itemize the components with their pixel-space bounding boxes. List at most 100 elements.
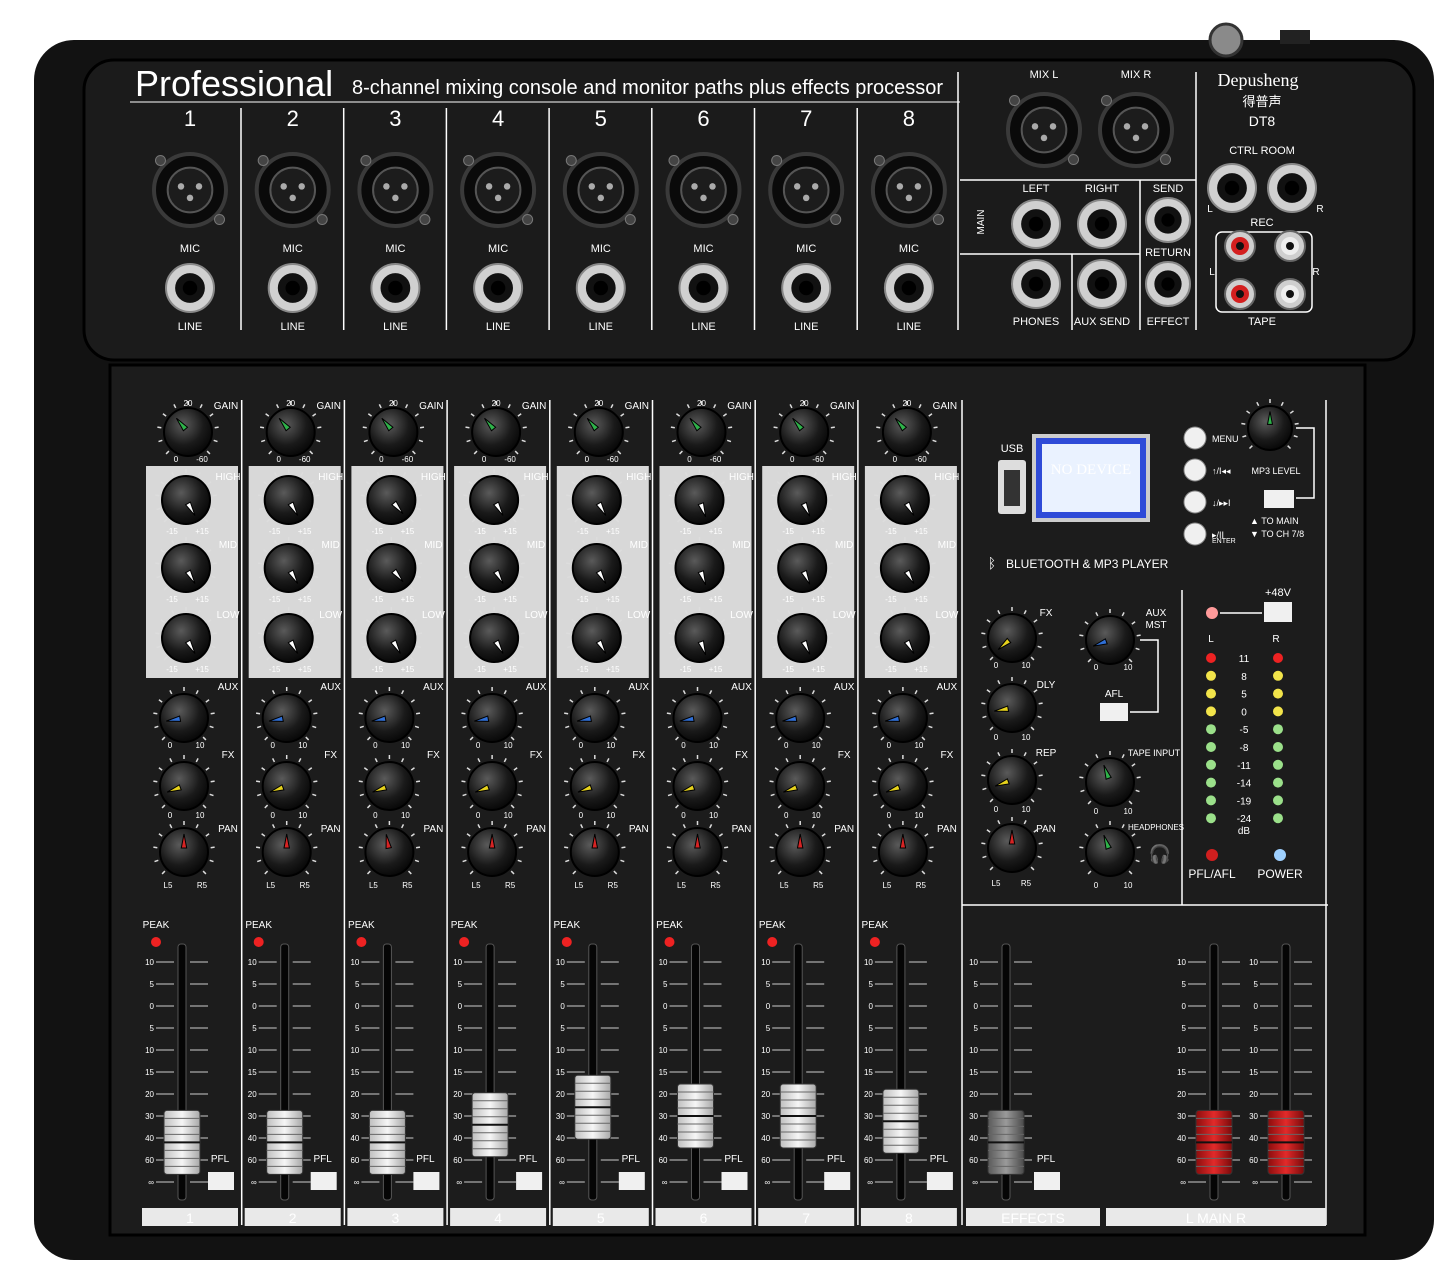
pfl-button[interactable]: [618, 1172, 645, 1190]
eq-min: -15: [474, 665, 486, 674]
meter-led-right: [1273, 813, 1283, 824]
fader-scale-label: 15: [969, 1068, 978, 1077]
ctrl-room-left-jack[interactable]: [1207, 163, 1257, 213]
prev-button[interactable]: [1183, 458, 1207, 482]
pan-l: L5: [472, 881, 481, 890]
fader-scale-label: 10: [145, 1046, 154, 1055]
ctrl-room-right-jack[interactable]: [1267, 163, 1317, 213]
phones-jack[interactable]: [1011, 259, 1061, 309]
pfl-button[interactable]: [208, 1172, 234, 1190]
mic-xlr-input[interactable]: [870, 152, 947, 228]
low-label: LOW: [319, 610, 342, 621]
fx-label: FX: [838, 750, 851, 761]
line-jack-input[interactable]: [781, 263, 832, 313]
eq-max: +15: [195, 665, 209, 674]
pfl-label: PFL: [622, 1154, 641, 1165]
fader-scale-label: 10: [969, 1046, 978, 1055]
fader-scale-label: 5: [766, 980, 771, 989]
fader-scale-label: 0: [150, 1002, 155, 1011]
meter-level-label: -24: [1237, 814, 1252, 825]
rec-right-rca[interactable]: [1274, 230, 1306, 262]
pfl-button[interactable]: [516, 1172, 543, 1190]
mix-l-xlr-output[interactable]: [1006, 92, 1082, 168]
eq-max: +15: [914, 527, 928, 536]
fx-min: 0: [994, 733, 999, 742]
tape-left-rca[interactable]: [1224, 278, 1256, 310]
peak-led: [356, 937, 367, 947]
aux-label: AUX: [320, 682, 341, 693]
peak-label: PEAK: [759, 920, 786, 931]
mic-xlr-input[interactable]: [254, 152, 331, 228]
line-jack-input[interactable]: [473, 263, 524, 313]
channel-fader-number: 5: [597, 1210, 605, 1226]
route-button[interactable]: [1264, 490, 1294, 508]
pfl-button[interactable]: [310, 1172, 337, 1190]
fx-label: FX: [735, 750, 748, 761]
main-right-jack[interactable]: [1077, 199, 1127, 249]
eq-max: +15: [811, 665, 825, 674]
line-jack-input[interactable]: [165, 263, 215, 313]
pfl-button[interactable]: [721, 1172, 748, 1190]
mic-label: MIC: [796, 243, 816, 255]
eq-min: -15: [474, 527, 486, 536]
main-left-jack[interactable]: [1011, 199, 1061, 249]
pfl-label: PFL: [211, 1154, 230, 1165]
gain-max: -60: [710, 455, 722, 464]
pfl-button[interactable]: [926, 1172, 953, 1190]
line-jack-input[interactable]: [370, 263, 421, 313]
rec-left-rca[interactable]: [1224, 230, 1256, 262]
power-switch-icon: [1280, 30, 1310, 44]
mic-xlr-input[interactable]: [152, 152, 228, 228]
effects-pfl-button[interactable]: [1034, 1172, 1060, 1190]
aux-send-jack[interactable]: [1077, 259, 1127, 309]
channel-number: 2: [287, 106, 299, 131]
return-label: RETURN: [1145, 247, 1191, 259]
send-jack[interactable]: [1145, 197, 1191, 243]
line-jack-input[interactable]: [267, 263, 318, 313]
fader-scale-label: 20: [659, 1090, 668, 1099]
menu-button[interactable]: [1183, 426, 1207, 450]
ctrl-room-l: L: [1207, 204, 1213, 215]
pfl-button[interactable]: [824, 1172, 851, 1190]
mic-xlr-input[interactable]: [768, 152, 845, 228]
phantom-button[interactable]: [1264, 602, 1292, 622]
meter-led-right: [1273, 795, 1283, 806]
mic-label: MIC: [283, 243, 303, 255]
eq-max: +15: [503, 595, 517, 604]
tape-right-rca[interactable]: [1274, 278, 1306, 310]
line-jack-input[interactable]: [678, 263, 729, 313]
send-label: SEND: [1153, 183, 1184, 195]
next-button[interactable]: [1183, 490, 1207, 514]
pfl-label: PFL: [930, 1154, 949, 1165]
meter-level-label: -19: [1237, 796, 1252, 807]
line-jack-input[interactable]: [575, 263, 626, 313]
mic-xlr-input[interactable]: [665, 152, 742, 228]
channel-fader-number: 3: [392, 1210, 400, 1226]
bluetooth-label: BLUETOOTH & MP3 PLAYER: [1006, 557, 1169, 571]
fader-scale-label: 5: [1254, 980, 1259, 989]
fader-scale-label: 5: [663, 1024, 668, 1033]
mic-xlr-input[interactable]: [460, 152, 537, 228]
line-label: LINE: [589, 321, 613, 333]
afl-button[interactable]: [1100, 703, 1128, 721]
return-jack[interactable]: [1145, 261, 1191, 307]
pfl-button[interactable]: [413, 1172, 440, 1190]
high-label: HIGH: [216, 472, 241, 483]
rec-label: REC: [1250, 217, 1273, 229]
headphones-label: HEADPHONES: [1128, 823, 1184, 832]
mic-xlr-input[interactable]: [357, 152, 434, 228]
tape-max: 10: [1124, 807, 1133, 816]
low-label: LOW: [627, 610, 650, 621]
fader-scale-label: 5: [1254, 1024, 1259, 1033]
mic-xlr-input[interactable]: [562, 152, 639, 228]
bluetooth-icon: ᛒ: [988, 555, 996, 571]
gain-label: GAIN: [727, 401, 751, 412]
mix-r-xlr-output[interactable]: [1098, 92, 1174, 168]
gain-min: 0: [585, 455, 590, 464]
gain-min: 0: [790, 455, 795, 464]
meter-r-label: R: [1272, 634, 1279, 645]
gain-top: 20: [286, 399, 295, 408]
line-jack-input[interactable]: [883, 263, 934, 313]
play-pause-button[interactable]: [1183, 522, 1207, 546]
fx-max: R5: [1021, 879, 1032, 888]
